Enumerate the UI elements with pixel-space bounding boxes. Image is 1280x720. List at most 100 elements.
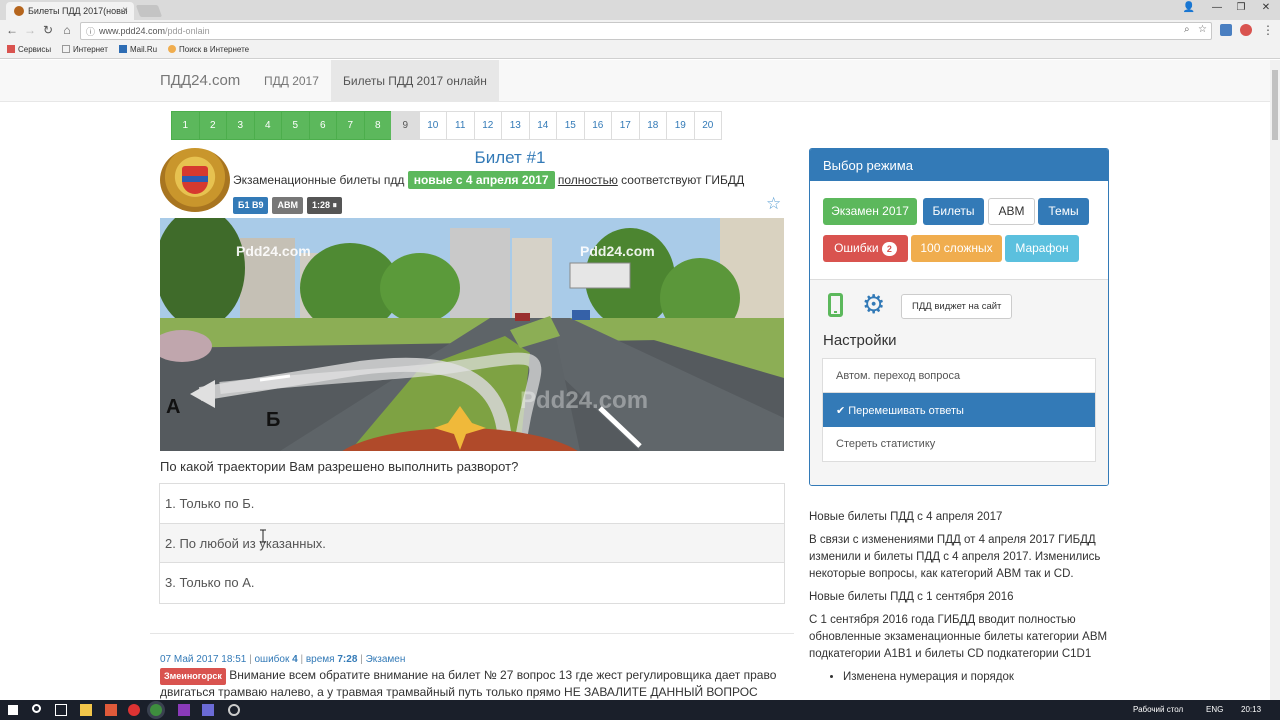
desktop-label[interactable]: Рабочий стол [1133, 705, 1183, 714]
topics-button[interactable]: Темы [1038, 198, 1089, 225]
page-19-button[interactable]: 19 [666, 111, 695, 140]
exam-button[interactable]: Экзамен 2017 [823, 198, 917, 225]
timer-badge[interactable]: 1:28 ⏸ [306, 197, 342, 214]
chrome-icon[interactable] [150, 704, 162, 716]
address-bar[interactable]: ⓘ www.pdd24.com/pdd-onlain ⌕ ☆ [80, 22, 1212, 40]
url-path: /pdd-onlain [165, 26, 210, 36]
site-favicon-icon [14, 6, 24, 16]
widget-button[interactable]: ПДД виджет на сайт [901, 294, 1013, 319]
page-3-button[interactable]: 3 [226, 111, 255, 140]
page-18-button[interactable]: 18 [638, 111, 667, 140]
scene-label-a: А [166, 396, 180, 418]
search-icon[interactable] [32, 704, 41, 713]
abm-button[interactable]: АВМ [988, 198, 1035, 225]
question-text: По какой траектории Вам разрешено выполн… [160, 459, 519, 474]
back-icon[interactable]: ← [4, 23, 20, 37]
settings-list: Автом. переход вопроса ✔ Перемешивать от… [822, 358, 1096, 462]
app-purple-icon[interactable] [178, 704, 190, 716]
fully-link[interactable]: полностью [558, 173, 618, 187]
menu-icon[interactable]: ⋮ [1260, 23, 1276, 37]
setting-clear-stats[interactable]: Стереть статистику [823, 427, 1095, 461]
page-5-button[interactable]: 5 [281, 111, 310, 140]
yandex-browser-icon[interactable] [128, 704, 140, 716]
answer-option-3[interactable]: 3. Только по А. [160, 563, 784, 603]
settings-title: Настройки [823, 332, 897, 349]
new-since-label: новые с 4 апреля 2017 [407, 171, 555, 189]
page-15-button[interactable]: 15 [556, 111, 585, 140]
scene-label-b: Б [266, 409, 280, 431]
setting-auto-next[interactable]: Автом. переход вопроса [823, 359, 1095, 393]
answer-list: 1. Только по Б. 2. По любой из указанных… [159, 483, 785, 604]
news-bullets: Изменена нумерация и порядок [843, 669, 1109, 686]
bookmark-internet[interactable]: Интернет [62, 45, 108, 54]
page-13-button[interactable]: 13 [501, 111, 530, 140]
mobile-app-icon-dot [834, 311, 837, 313]
page-4-button[interactable]: 4 [253, 111, 282, 140]
nav-link-pdd[interactable]: ПДД 2017 [264, 74, 319, 88]
setting-shuffle-answers[interactable]: ✔ Перемешивать ответы [823, 393, 1095, 427]
favorite-star-icon[interactable]: ☆ [766, 194, 781, 214]
settings-section: ⚙ ПДД виджет на сайт Настройки Автом. пе… [810, 279, 1108, 485]
browser-tabbar: Билеты ПДД 2017(новы × 👤 — ❐ ✕ [0, 0, 1280, 20]
clock-app-icon[interactable] [228, 704, 240, 716]
site-brand[interactable]: ПДД24.com [160, 72, 240, 89]
profile-icon[interactable]: 👤 [1175, 2, 1203, 13]
page-20-button[interactable]: 20 [693, 111, 722, 140]
forward-icon[interactable]: → [22, 23, 38, 37]
page-8-button[interactable]: 8 [363, 111, 392, 140]
window-close-icon[interactable]: ✕ [1252, 2, 1280, 13]
extension-icon[interactable] [1220, 24, 1232, 36]
scrollbar-thumb[interactable] [1272, 70, 1278, 140]
tab-close-icon[interactable]: × [122, 5, 128, 16]
zoom-icon[interactable]: ⌕ [1184, 24, 1190, 35]
page-9-button[interactable]: 9 [391, 111, 420, 140]
task-view-icon[interactable] [55, 704, 67, 716]
news-text-1: В связи с изменениями ПДД от 4 апреля 20… [809, 534, 1101, 580]
mistakes-button[interactable]: Ошибки 2 [823, 235, 908, 262]
mistakes-count-badge: 2 [881, 242, 897, 256]
comment-body: Змеиногорск Внимание всем обратите внима… [160, 668, 780, 700]
explorer-icon[interactable] [80, 704, 92, 716]
answer-option-1[interactable]: 1. Только по Б. [160, 484, 784, 524]
home-icon[interactable]: ⌂ [59, 23, 75, 37]
bookmark-search[interactable]: Поиск в Интернете [168, 45, 249, 54]
app-icon[interactable] [105, 704, 117, 716]
page-10-button[interactable]: 10 [418, 111, 447, 140]
info-icon[interactable]: ⓘ [86, 25, 95, 38]
windows-taskbar: Рабочий стол ENG 20:13 [0, 700, 1280, 720]
answer-option-2[interactable]: 2. По любой из указанных. [160, 523, 784, 563]
page-16-button[interactable]: 16 [583, 111, 612, 140]
nav-link-tickets[interactable]: Билеты ПДД 2017 онлайн [331, 60, 499, 102]
page-scrollbar[interactable] [1270, 60, 1280, 700]
browser-tab[interactable]: Билеты ПДД 2017(новы × [6, 2, 134, 20]
new-tab-button[interactable] [135, 5, 163, 17]
news-column: Новые билеты ПДД с 4 апреля 2017 В связи… [809, 509, 1109, 686]
start-icon[interactable] [8, 705, 18, 715]
page-14-button[interactable]: 14 [528, 111, 557, 140]
bookmark-star-icon[interactable]: ☆ [1198, 24, 1207, 35]
page-6-button[interactable]: 6 [308, 111, 337, 140]
hard-questions-button[interactable]: 100 сложных [911, 235, 1002, 262]
news-title-1: Новые билеты ПДД с 4 апреля 2017 [809, 511, 1003, 523]
bookmark-mailru[interactable]: Mail.Ru [119, 45, 157, 54]
marathon-button[interactable]: Марафон [1005, 235, 1079, 262]
visual-studio-icon[interactable] [202, 704, 214, 716]
language-indicator[interactable]: ENG [1206, 705, 1223, 714]
page-1-button[interactable]: 1 [171, 111, 200, 140]
mobile-app-icon[interactable] [828, 293, 843, 317]
page-2-button[interactable]: 2 [198, 111, 227, 140]
page-7-button[interactable]: 7 [336, 111, 365, 140]
tickets-button[interactable]: Билеты [923, 198, 984, 225]
comment-meta: 07 Май 2017 18:51 | ошибок 4 | время 7:2… [160, 654, 406, 665]
bookmark-services[interactable]: Сервисы [7, 45, 51, 54]
mode-panel: Выбор режима Экзамен 2017 Билеты АВМ Тем… [809, 148, 1109, 486]
gear-icon[interactable]: ⚙ [862, 289, 885, 319]
search-icon [168, 45, 176, 53]
restore-icon[interactable]: ❐ [1227, 2, 1255, 13]
page-12-button[interactable]: 12 [473, 111, 502, 140]
adblock-extension-icon[interactable] [1240, 24, 1252, 36]
page-11-button[interactable]: 11 [446, 111, 475, 140]
reload-icon[interactable]: ↻ [40, 23, 56, 37]
clock[interactable]: 20:13 [1241, 705, 1261, 714]
page-17-button[interactable]: 17 [611, 111, 640, 140]
